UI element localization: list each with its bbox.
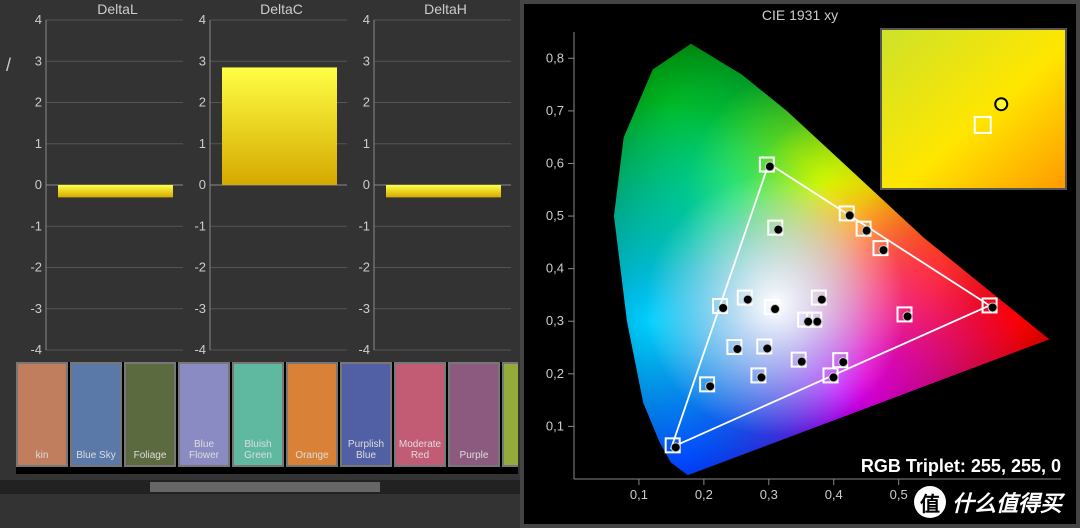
cie-point [743,295,752,304]
cie-point [988,303,997,312]
watermark: 值 什么值得买 [914,486,1062,518]
watermark-badge-icon: 值 [914,486,946,518]
cie-point [765,162,774,171]
swatch-label: kin [18,450,66,461]
svg-text:2: 2 [35,95,42,110]
svg-text:3: 3 [199,53,206,68]
swatch-label: Blue Sky [72,450,120,461]
cie-point [903,312,912,321]
cie-title: CIE 1931 xy [762,7,838,23]
svg-text:4: 4 [35,12,42,27]
svg-text:0,2: 0,2 [695,487,713,502]
cie-point [774,225,783,234]
svg-text:-2: -2 [194,260,206,275]
swatch-label: Purple [450,450,498,461]
cie-point [733,345,742,354]
svg-text:-2: -2 [30,260,42,275]
svg-text:0,5: 0,5 [890,487,908,502]
swatch-label: Blue Flower [180,439,228,461]
cie-point [817,295,826,304]
delta-bar [222,67,337,185]
svg-text:0,4: 0,4 [546,261,564,276]
delta-bar-charts: DeltaL -4 -3 -2 -1 0 1 2 3 4 DeltaC -4 -3 -2 -1 0 1 2 3 4 De… [0,0,520,360]
svg-text:0: 0 [199,177,206,192]
cie-point [862,226,871,235]
svg-text:-1: -1 [358,218,370,233]
rgb-triplet-label: RGB Triplet: 255, 255, 0 [861,456,1061,476]
swatch-purplish-blue[interactable]: Purplish Blue [340,362,392,467]
svg-text:-3: -3 [358,301,370,316]
svg-text:1: 1 [35,136,42,151]
swatch-bluish-green[interactable]: Bluish Green [232,362,284,467]
cie-point [719,303,728,312]
svg-text:-3: -3 [30,301,42,316]
svg-text:-2: -2 [358,260,370,275]
cie-point [845,211,854,220]
svg-text:0,4: 0,4 [825,487,843,502]
swatch-foliage[interactable]: Foliage [124,362,176,467]
swatch-ye[interactable]: Ye [502,362,518,467]
swatch-label: Purplish Blue [342,439,390,461]
bar-title: DeltaL [97,1,138,17]
svg-text:0: 0 [35,177,42,192]
cie-point [763,344,772,353]
svg-text:-4: -4 [358,342,370,357]
svg-text:0,2: 0,2 [546,366,564,381]
svg-text:0,7: 0,7 [546,103,564,118]
swatch-orange[interactable]: Orange [286,362,338,467]
svg-text:4: 4 [199,12,206,27]
svg-text:-3: -3 [194,301,206,316]
cie-point [671,443,680,452]
cie-point [813,317,822,326]
svg-text:0: 0 [363,177,370,192]
cie-point [706,382,715,391]
svg-text:0,1: 0,1 [630,487,648,502]
cie-point [771,305,780,314]
svg-text:-4: -4 [194,342,206,357]
swatch-label: Moderate Red [396,439,444,461]
svg-text:-4: -4 [30,342,42,357]
delta-bar [58,185,173,197]
cie-point [829,373,838,382]
cie-chart-panel: CIE 1931 xy 0,1 0,2 0,3 0,4 0,5 0,1 0,2 0,3 0,4 0,… [520,0,1080,528]
cie-point [797,357,806,366]
cie-zoom-inset [881,29,1066,189]
svg-text:-1: -1 [30,218,42,233]
cie-point [879,246,888,255]
svg-text:0,5: 0,5 [546,208,564,223]
svg-text:0,3: 0,3 [760,487,778,502]
svg-text:3: 3 [363,53,370,68]
swatch-scrollbar[interactable] [0,480,560,494]
svg-text:-1: -1 [194,218,206,233]
swatch-label: Ye [504,450,518,461]
bar-title: DeltaC [260,1,303,17]
delta-bar [386,185,501,197]
svg-text:3: 3 [35,53,42,68]
swatch-kin[interactable]: kin [16,362,68,467]
svg-text:2: 2 [199,95,206,110]
cie-point [839,358,848,367]
svg-text:1: 1 [363,136,370,151]
svg-text:0,1: 0,1 [546,418,564,433]
svg-text:0,6: 0,6 [546,155,564,170]
swatch-label: Foliage [126,450,174,461]
swatch-blue-flower[interactable]: Blue Flower [178,362,230,467]
swatch-row: kin Blue Sky Foliage Blue Flower Bluish Gree… [16,362,518,474]
watermark-text: 什么值得买 [952,486,1062,518]
svg-text:0,3: 0,3 [546,313,564,328]
svg-text:0,8: 0,8 [546,50,564,65]
swatch-label: Orange [288,450,336,461]
cie-point [757,373,766,382]
swatch-label: Bluish Green [234,439,282,461]
swatch-purple[interactable]: Purple [448,362,500,467]
svg-text:1: 1 [199,136,206,151]
svg-text:2: 2 [363,95,370,110]
swatch-moderate-red[interactable]: Moderate Red [394,362,446,467]
swatch-blue-sky[interactable]: Blue Sky [70,362,122,467]
cie-point [804,317,813,326]
bar-title: DeltaH [424,1,467,17]
svg-text:4: 4 [363,12,370,27]
